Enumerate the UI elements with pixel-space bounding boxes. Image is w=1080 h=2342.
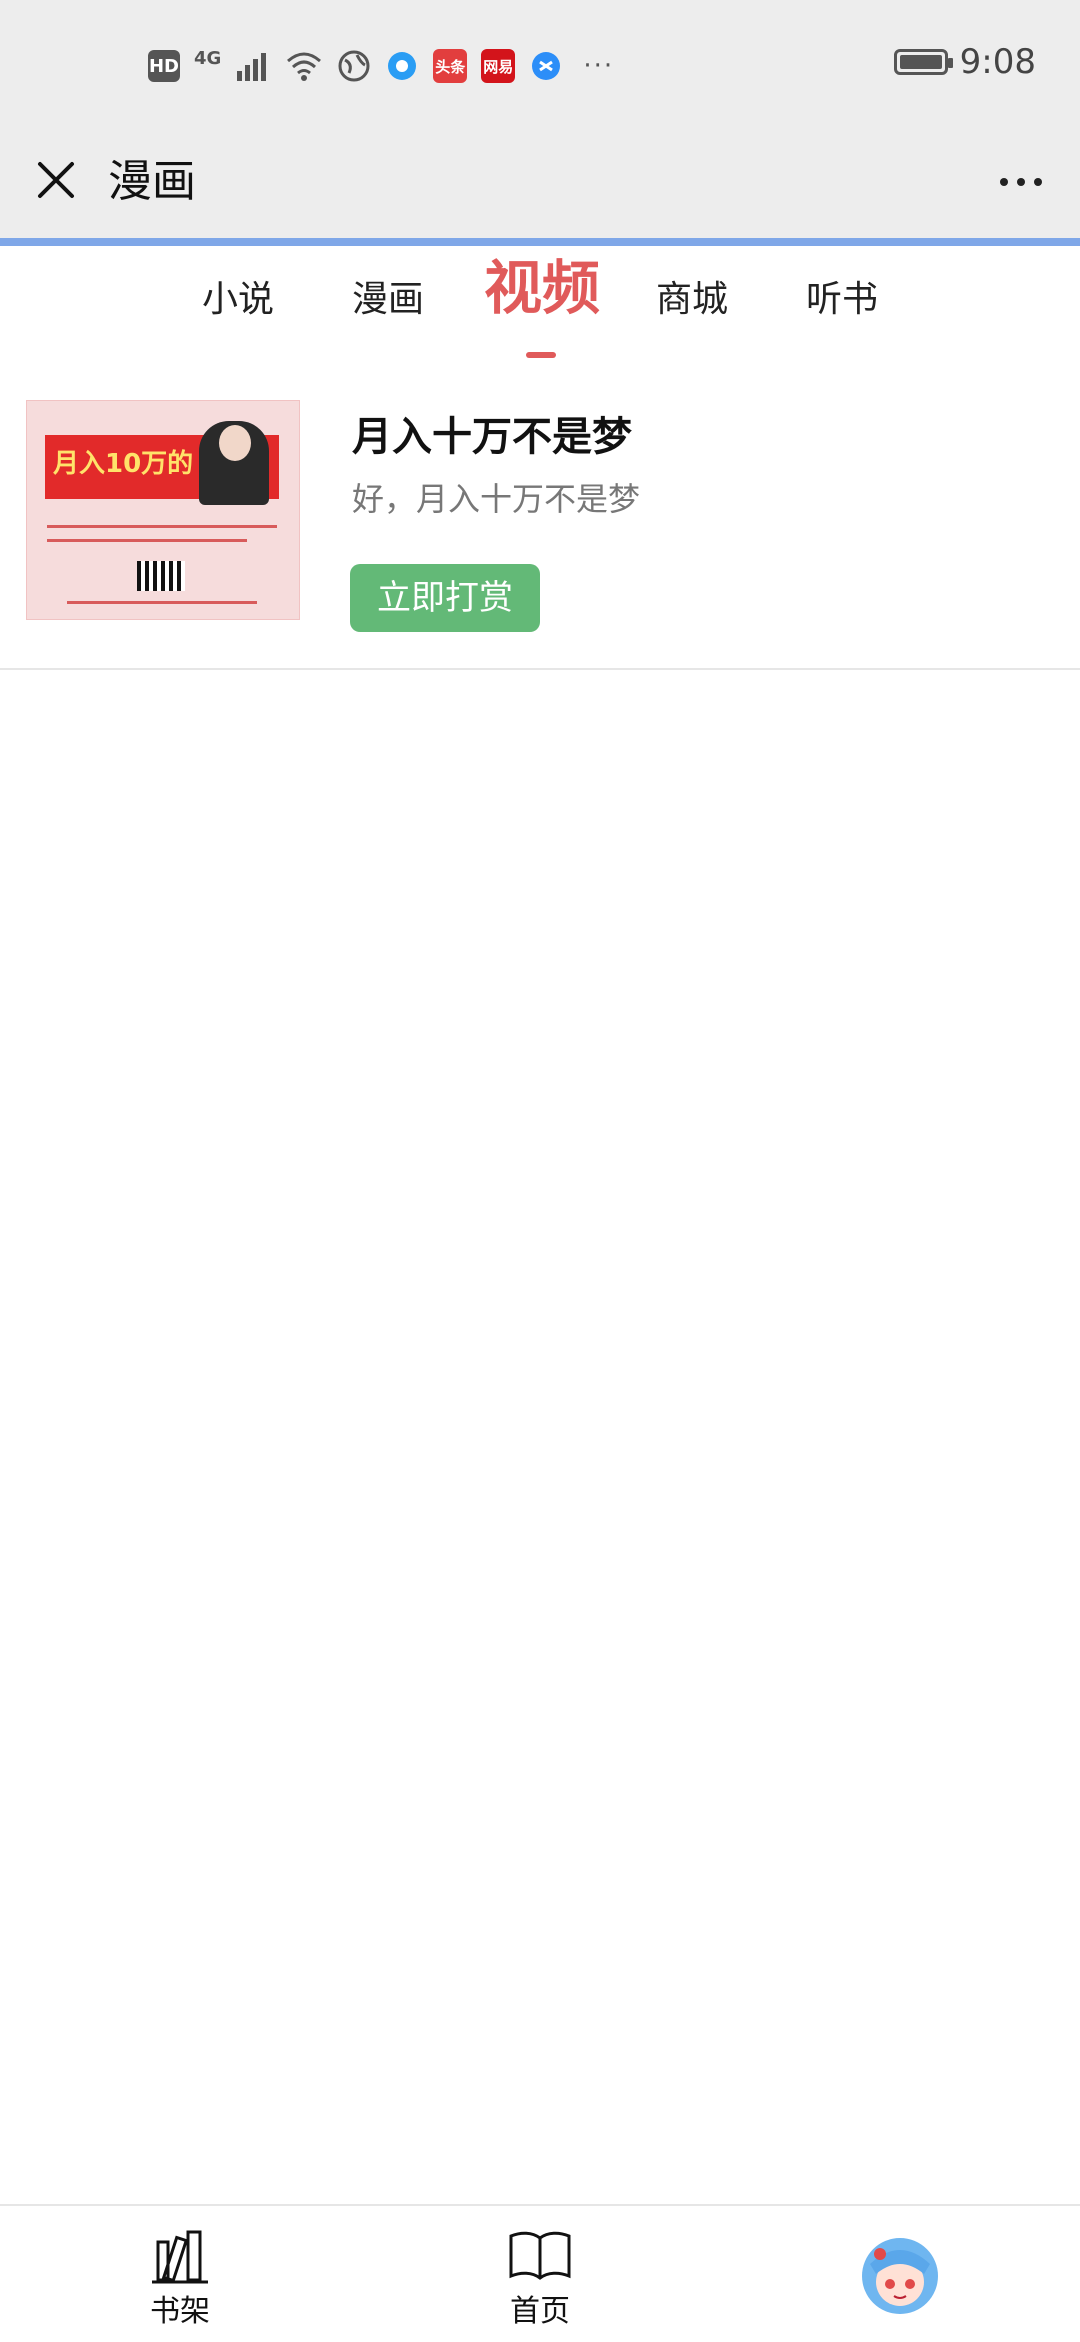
tab-mall[interactable]: 商城 [652,270,732,330]
qr-code-icon [137,561,185,591]
wifi-icon [287,52,322,81]
close-button[interactable] [28,152,84,208]
thumbnail-text-line [47,539,247,542]
thumbnail-banner-text: 月入10万的 [53,449,194,479]
book-icon [509,2231,571,2280]
signal-icon [237,53,267,81]
tab-audiobook[interactable]: 听书 [802,270,882,330]
status-icons: HD 4G 头条 网易 ··· [148,46,614,86]
item-thumbnail[interactable]: 月入10万的 [26,400,300,620]
bottom-navigation: 书架 首页 [0,2204,1080,2342]
qq-browser-icon [388,52,417,80]
status-bar: HD 4G 头条 网易 ··· 9:08 [0,0,1080,132]
reward-button[interactable]: 立即打赏 [350,564,540,632]
page-load-progress [0,238,1080,246]
item-title: 月入十万不是梦 [352,414,632,460]
dot [1017,178,1025,186]
status-right: 9:08 [893,42,1036,82]
thumbnail-face [219,425,251,461]
globe-icon [338,50,370,82]
toutiao-icon: 头条 [433,49,468,83]
bookshelf-icon [152,2230,208,2284]
clock: 9:08 [959,42,1036,82]
active-tab-indicator [526,352,556,358]
tab-comic[interactable]: 漫画 [348,270,428,330]
netease-icon: 网易 [481,49,516,83]
battery-icon [893,49,953,75]
nav-label: 书架 [150,2294,210,2329]
tab-bar: 小说 漫画 视频 商城 听书 [0,246,1080,366]
more-notifications-icon: ··· [583,51,615,81]
tab-video[interactable]: 视频 [482,258,602,318]
dot [1034,178,1042,186]
list-item[interactable]: 月入10万的 月入十万不是梦 好，月入十万不是梦 立即打赏 [0,396,1080,670]
nav-bookshelf[interactable]: 书架 [100,2226,260,2336]
more-button[interactable] [986,154,1056,210]
thumbnail-text-line [67,601,257,604]
item-description: 好，月入十万不是梦 [352,480,641,518]
nav-label: 首页 [510,2294,570,2329]
close-icon [38,162,74,198]
nav-profile[interactable] [820,2226,980,2336]
avatar-icon [862,2238,938,2314]
thumbnail-text-line [47,525,277,528]
blue-app-icon [532,52,561,80]
dot [1000,178,1008,186]
tab-novel[interactable]: 小说 [198,270,278,330]
header: 漫画 [0,132,1080,238]
page-title: 漫画 [108,156,196,207]
nav-home[interactable]: 首页 [460,2226,620,2336]
hd-icon: HD [148,50,180,82]
network-type: 4G [194,47,222,69]
